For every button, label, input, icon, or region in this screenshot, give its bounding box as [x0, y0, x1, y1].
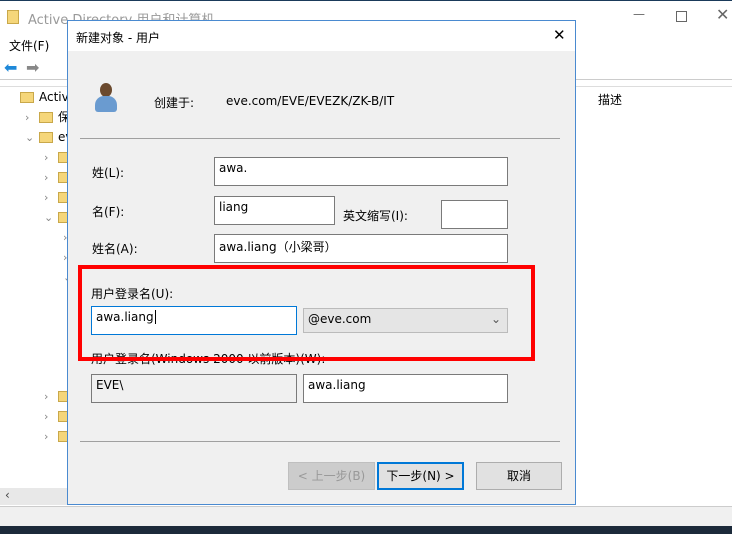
dialog-titlebar: 新建对象 - 用户 ✕ [68, 21, 575, 51]
chevron-icon[interactable]: › [44, 407, 54, 427]
forward-arrow-icon[interactable]: ➡ [26, 58, 39, 77]
chevron-icon[interactable]: ⌄ [44, 208, 54, 228]
menu-file[interactable]: 文件(F) [9, 37, 49, 54]
ad-icon [7, 10, 19, 24]
chevron-icon[interactable]: › [44, 188, 54, 208]
last-name-input[interactable]: awa. [214, 157, 508, 186]
legacy-logon-input[interactable]: awa.liang [303, 374, 508, 403]
back-arrow-icon[interactable]: ⬅ [4, 58, 17, 77]
dialog-title: 新建对象 - 用户 [76, 31, 160, 45]
chevron-icon[interactable]: › [44, 427, 54, 447]
chevron-icon[interactable]: ⌄ [25, 128, 35, 148]
folder-icon [39, 132, 53, 143]
full-name-input[interactable]: awa.liang（小梁哥） [214, 234, 508, 263]
user-icon [95, 83, 117, 113]
chevron-icon[interactable]: › [44, 148, 54, 168]
initials-label: 英文缩写(I): [343, 209, 408, 223]
first-name-input[interactable]: liang [214, 196, 335, 225]
chevron-icon[interactable]: › [44, 387, 54, 407]
full-name-label: 姓名(A): [92, 242, 138, 256]
last-name-label: 姓(L): [92, 166, 125, 180]
first-name-label: 名(F): [92, 205, 125, 219]
folder-icon [20, 92, 34, 103]
new-user-dialog: 新建对象 - 用户 ✕ 创建于: eve.com/EVE/EVEZK/ZK-B/… [67, 20, 576, 505]
highlight-box [78, 265, 535, 361]
column-header-description[interactable]: 描述 [578, 86, 732, 110]
next-button[interactable]: 下一步(N) > [377, 462, 464, 490]
created-in-label: 创建于: [154, 96, 195, 110]
dialog-close-button[interactable]: ✕ [553, 26, 566, 44]
minimize-button[interactable]: — [633, 7, 645, 21]
taskbar [0, 526, 732, 534]
chevron-icon[interactable]: › [44, 168, 54, 188]
maximize-button[interactable] [676, 11, 687, 22]
status-bar [0, 506, 732, 526]
initials-input[interactable] [441, 200, 508, 229]
cancel-button[interactable]: 取消 [476, 462, 562, 490]
created-in-path: eve.com/EVE/EVEZK/ZK-B/IT [226, 94, 395, 108]
back-button[interactable]: < 上一步(B) [288, 462, 375, 490]
chevron-icon[interactable]: › [25, 108, 35, 128]
legacy-domain-field: EVE\ [91, 374, 297, 403]
close-button[interactable]: ✕ [716, 5, 729, 24]
folder-icon [39, 112, 53, 123]
